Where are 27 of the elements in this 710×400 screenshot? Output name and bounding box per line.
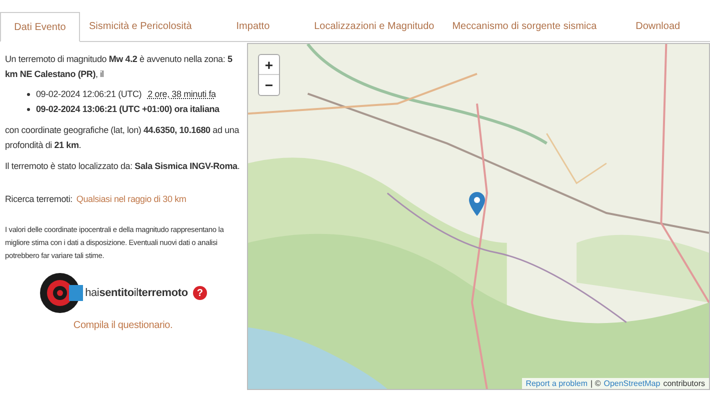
help-badge: ? bbox=[192, 286, 207, 300]
map-marker-icon bbox=[469, 192, 485, 216]
questionnaire-link[interactable]: Compila il questionario. bbox=[73, 318, 173, 333]
tab[interactable]: Dati Evento bbox=[0, 12, 80, 42]
attribution-text: contributors bbox=[663, 378, 705, 389]
zoom-out-button[interactable]: − bbox=[259, 75, 279, 95]
zoom-in-button[interactable]: + bbox=[259, 55, 279, 75]
bullet-icon bbox=[27, 93, 30, 96]
located-by-text: Il terremoto è stato localizzato da: Sala Sismica INGV-Roma. bbox=[5, 160, 241, 173]
target-logo-icon bbox=[39, 272, 84, 314]
attribution-separator: | © bbox=[590, 378, 601, 389]
tab[interactable]: Impatto bbox=[200, 11, 306, 41]
search-label: Ricerca terremoti: bbox=[5, 193, 72, 206]
tab[interactable]: Localizzazioni e Magnitudo bbox=[305, 11, 444, 41]
tab[interactable]: Download bbox=[606, 11, 710, 41]
coordinates-text: con coordinate geografiche (lat, lon) 44.6350, 10.1680 ad una profondità di 21 km. bbox=[5, 124, 240, 152]
openstreetmap-link[interactable]: OpenStreetMap bbox=[604, 378, 660, 389]
logo-text: haisentitoilterremoto bbox=[85, 286, 188, 300]
search-link[interactable]: Qualsiasi nel raggio di 30 km bbox=[76, 192, 186, 207]
event-time: 09-02-2024 12:06:21 (UTC) bbox=[36, 88, 142, 101]
tab[interactable]: Sismicità e Pericolosità bbox=[80, 11, 201, 41]
report-problem-link[interactable]: Report a problem bbox=[526, 378, 588, 389]
event-description: Un terremoto di magnitudo Mw 4.2 è avvenuto nella zona: 5 km NE Calestano (PR), il bbox=[5, 53, 234, 81]
bullet-icon bbox=[27, 108, 30, 111]
time-ago: 2 ore, 38 minuti fa bbox=[148, 88, 216, 101]
event-time: 09-02-2024 13:06:21 (UTC +01:00) ora italiana bbox=[36, 103, 220, 116]
tab[interactable]: Meccanismo di sorgente sismica bbox=[443, 11, 606, 41]
